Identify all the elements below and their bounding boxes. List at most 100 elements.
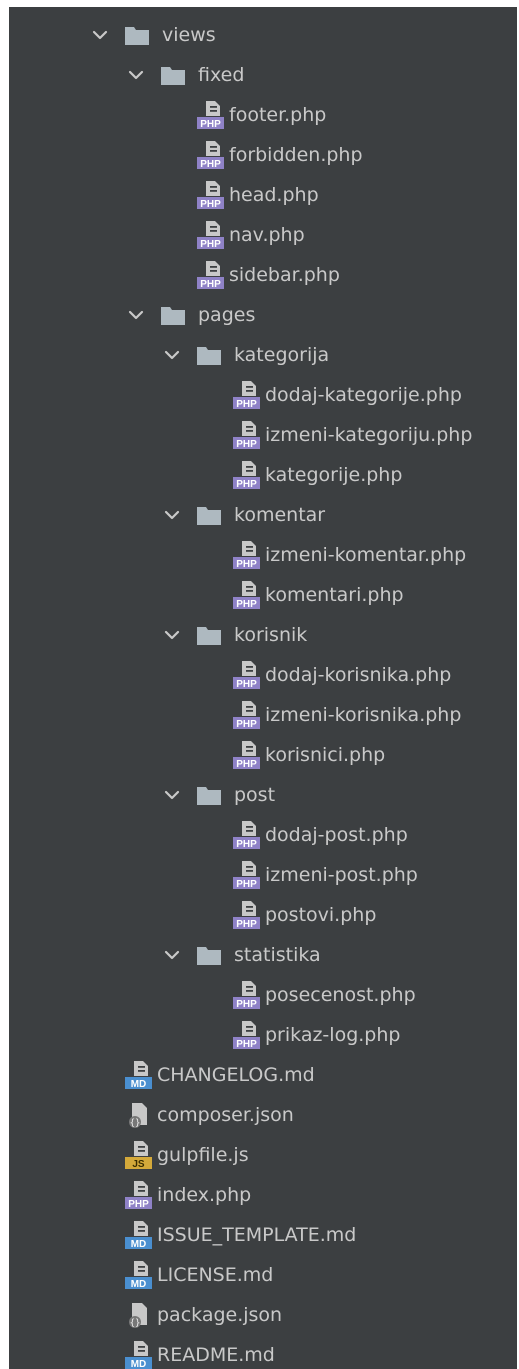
file-name: README.md xyxy=(157,1344,275,1366)
chevron-down-icon[interactable] xyxy=(89,24,111,46)
file-name: postovi.php xyxy=(265,904,377,926)
svg-text:PHP: PHP xyxy=(236,599,257,610)
php-file-icon: PHP xyxy=(233,580,261,610)
php-file-icon: PHP xyxy=(233,740,261,770)
folder-name: statistika xyxy=(234,944,321,966)
project-file-tree: views fixed PHP footer.php PHP forbidden.php P… xyxy=(9,7,517,1369)
folder-name: pages xyxy=(198,304,256,326)
tree-file-row[interactable]: PHP posecenost.php xyxy=(9,975,517,1015)
chevron-down-icon[interactable] xyxy=(125,304,147,326)
file-name: komentari.php xyxy=(265,584,404,606)
tree-folder-row[interactable]: korisnik xyxy=(9,615,517,655)
tree-file-row[interactable]: PHP dodaj-post.php xyxy=(9,815,517,855)
tree-file-row[interactable]: PHP footer.php xyxy=(9,95,517,135)
file-name: footer.php xyxy=(229,104,327,126)
chevron-down-icon[interactable] xyxy=(161,784,183,806)
tree-file-row[interactable]: {} package.json xyxy=(9,1295,517,1335)
tree-file-row[interactable]: PHP komentari.php xyxy=(9,575,517,615)
file-name: composer.json xyxy=(157,1104,294,1126)
markdown-file-icon: MD xyxy=(125,1220,153,1250)
svg-text:MD: MD xyxy=(131,1359,147,1369)
tree-folder-row[interactable]: fixed xyxy=(9,55,517,95)
javascript-file-icon: JS xyxy=(125,1140,153,1170)
file-name: prikaz-log.php xyxy=(265,1024,401,1046)
tree-file-row[interactable]: PHP forbidden.php xyxy=(9,135,517,175)
tree-file-row[interactable]: JS gulpfile.js xyxy=(9,1135,517,1175)
tree-file-row[interactable]: PHP prikaz-log.php xyxy=(9,1015,517,1055)
php-file-icon: PHP xyxy=(233,820,261,850)
php-file-icon: PHP xyxy=(197,140,225,170)
folder-icon xyxy=(196,783,226,807)
chevron-down-icon[interactable] xyxy=(161,624,183,646)
folder-icon xyxy=(196,623,226,647)
tree-file-row[interactable]: PHP kategorije.php xyxy=(9,455,517,495)
tree-file-row[interactable]: MD LICENSE.md xyxy=(9,1255,517,1295)
tree-file-row[interactable]: MD CHANGELOG.md xyxy=(9,1055,517,1095)
chevron-down-icon[interactable] xyxy=(161,504,183,526)
folder-icon xyxy=(160,303,190,327)
tree-file-row[interactable]: PHP izmeni-post.php xyxy=(9,855,517,895)
folder-name: views xyxy=(162,24,216,46)
file-name: izmeni-korisnika.php xyxy=(265,704,462,726)
tree-file-row[interactable]: PHP nav.php xyxy=(9,215,517,255)
file-name: ISSUE_TEMPLATE.md xyxy=(157,1224,357,1246)
svg-text:PHP: PHP xyxy=(236,879,257,890)
tree-file-row[interactable]: PHP head.php xyxy=(9,175,517,215)
tree-folder-row[interactable]: komentar xyxy=(9,495,517,535)
tree-file-row[interactable]: PHP dodaj-korisnika.php xyxy=(9,655,517,695)
svg-text:PHP: PHP xyxy=(236,759,257,770)
php-file-icon: PHP xyxy=(233,660,261,690)
tree-folder-row[interactable]: statistika xyxy=(9,935,517,975)
tree-file-row[interactable]: MD README.md xyxy=(9,1335,517,1369)
folder-name: komentar xyxy=(234,504,326,526)
svg-text:PHP: PHP xyxy=(236,999,257,1010)
php-file-icon: PHP xyxy=(197,220,225,250)
tree-folder-row[interactable]: post xyxy=(9,775,517,815)
tree-folder-row[interactable]: kategorija xyxy=(9,335,517,375)
file-name: izmeni-post.php xyxy=(265,864,418,886)
folder-name: fixed xyxy=(198,64,245,86)
chevron-down-icon[interactable] xyxy=(161,344,183,366)
tree-file-row[interactable]: PHP izmeni-korisnika.php xyxy=(9,695,517,735)
svg-text:PHP: PHP xyxy=(236,719,257,730)
tree-file-row[interactable]: PHP index.php xyxy=(9,1175,517,1215)
file-name: posecenost.php xyxy=(265,984,416,1006)
tree-file-row[interactable]: MD ISSUE_TEMPLATE.md xyxy=(9,1215,517,1255)
file-name: dodaj-kategorije.php xyxy=(265,384,462,406)
svg-text:PHP: PHP xyxy=(236,679,257,690)
tree-folder-row[interactable]: pages xyxy=(9,295,517,335)
tree-file-row[interactable]: PHP izmeni-komentar.php xyxy=(9,535,517,575)
php-file-icon: PHP xyxy=(197,180,225,210)
file-name: kategorije.php xyxy=(265,464,403,486)
svg-text:PHP: PHP xyxy=(236,479,257,490)
file-name: CHANGELOG.md xyxy=(157,1064,315,1086)
svg-text:PHP: PHP xyxy=(236,1039,257,1050)
php-file-icon: PHP xyxy=(233,540,261,570)
tree-file-row[interactable]: PHP postovi.php xyxy=(9,895,517,935)
json-file-icon: {} xyxy=(125,1300,153,1330)
file-name: sidebar.php xyxy=(229,264,340,286)
tree-file-row[interactable]: {} composer.json xyxy=(9,1095,517,1135)
folder-name: post xyxy=(234,784,276,806)
chevron-down-icon[interactable] xyxy=(161,944,183,966)
folder-icon xyxy=(160,63,190,87)
chevron-down-icon[interactable] xyxy=(125,64,147,86)
file-name: LICENSE.md xyxy=(157,1264,274,1286)
folder-icon xyxy=(196,343,226,367)
file-name: gulpfile.js xyxy=(157,1144,249,1166)
svg-text:PHP: PHP xyxy=(200,199,221,210)
file-name: nav.php xyxy=(229,224,305,246)
php-file-icon: PHP xyxy=(233,420,261,450)
tree-file-row[interactable]: PHP izmeni-kategoriju.php xyxy=(9,415,517,455)
tree-file-row[interactable]: PHP sidebar.php xyxy=(9,255,517,295)
tree-file-row[interactable]: PHP korisnici.php xyxy=(9,735,517,775)
svg-text:PHP: PHP xyxy=(236,399,257,410)
svg-text:PHP: PHP xyxy=(236,559,257,570)
php-file-icon: PHP xyxy=(125,1180,153,1210)
php-file-icon: PHP xyxy=(233,460,261,490)
php-file-icon: PHP xyxy=(233,1020,261,1050)
tree-file-row[interactable]: PHP dodaj-kategorije.php xyxy=(9,375,517,415)
php-file-icon: PHP xyxy=(233,860,261,890)
svg-text:{}: {} xyxy=(130,1319,141,1329)
tree-folder-row[interactable]: views xyxy=(9,15,517,55)
